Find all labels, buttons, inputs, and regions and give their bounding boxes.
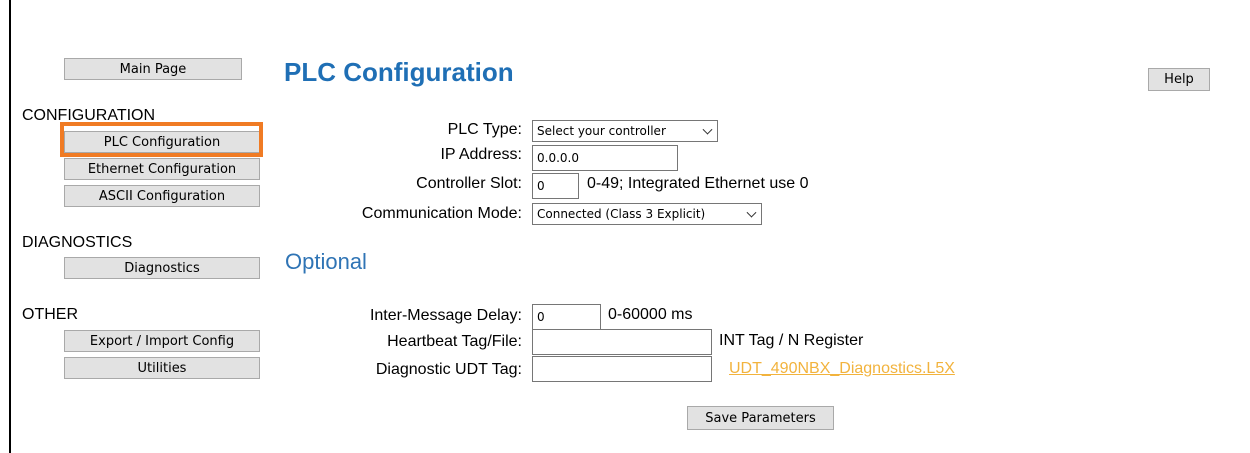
- heartbeat-tag-hint: INT Tag / N Register: [719, 332, 864, 349]
- left-border: [9, 0, 11, 453]
- diagnostic-udt-label: Diagnostic UDT Tag:: [375, 361, 522, 378]
- diagnostic-udt-input[interactable]: [532, 356, 712, 382]
- ip-address-input[interactable]: 0.0.0.0: [532, 145, 678, 171]
- ethernet-configuration-button[interactable]: Ethernet Configuration: [64, 158, 260, 180]
- save-parameters-button[interactable]: Save Parameters: [687, 406, 834, 430]
- chevron-down-icon: [746, 207, 757, 218]
- other-section-label: OTHER: [22, 306, 78, 323]
- communication-mode-value: Connected (Class 3 Explicit): [537, 207, 706, 221]
- controller-slot-label: Controller Slot:: [416, 175, 522, 192]
- page-title: PLC Configuration: [284, 57, 514, 87]
- utilities-button[interactable]: Utilities: [64, 357, 260, 379]
- main-page-button[interactable]: Main Page: [64, 58, 242, 80]
- inter-message-delay-hint: 0-60000 ms: [608, 306, 693, 323]
- plc-type-select[interactable]: Select your controller: [532, 120, 718, 142]
- inter-message-delay-value: 0: [537, 310, 545, 324]
- communication-mode-label: Communication Mode:: [361, 205, 522, 222]
- diagnostics-section-label: DIAGNOSTICS: [22, 234, 133, 251]
- selection-highlight: [60, 122, 263, 157]
- heartbeat-tag-label: Heartbeat Tag/File:: [387, 333, 522, 350]
- ip-address-label: IP Address:: [440, 146, 522, 163]
- controller-slot-hint: 0-49; Integrated Ethernet use 0: [587, 175, 809, 192]
- help-button[interactable]: Help: [1148, 68, 1210, 91]
- optional-section-title: Optional: [285, 249, 367, 274]
- ascii-configuration-button[interactable]: ASCII Configuration: [64, 185, 260, 207]
- communication-mode-select[interactable]: Connected (Class 3 Explicit): [532, 203, 762, 225]
- chevron-down-icon: [702, 124, 713, 135]
- plc-type-value: Select your controller: [537, 124, 666, 138]
- inter-message-delay-input[interactable]: 0: [532, 304, 601, 330]
- plc-type-label: PLC Type:: [447, 121, 522, 138]
- heartbeat-tag-input[interactable]: [532, 329, 712, 355]
- controller-slot-value: 0: [537, 179, 545, 193]
- ip-address-value: 0.0.0.0: [537, 151, 579, 165]
- export-import-config-button[interactable]: Export / Import Config: [64, 330, 260, 352]
- udt-download-link[interactable]: UDT_490NBX_Diagnostics.L5X: [729, 360, 955, 378]
- diagnostics-button[interactable]: Diagnostics: [64, 257, 260, 279]
- inter-message-delay-label: Inter-Message Delay:: [369, 307, 522, 324]
- controller-slot-input[interactable]: 0: [532, 173, 579, 199]
